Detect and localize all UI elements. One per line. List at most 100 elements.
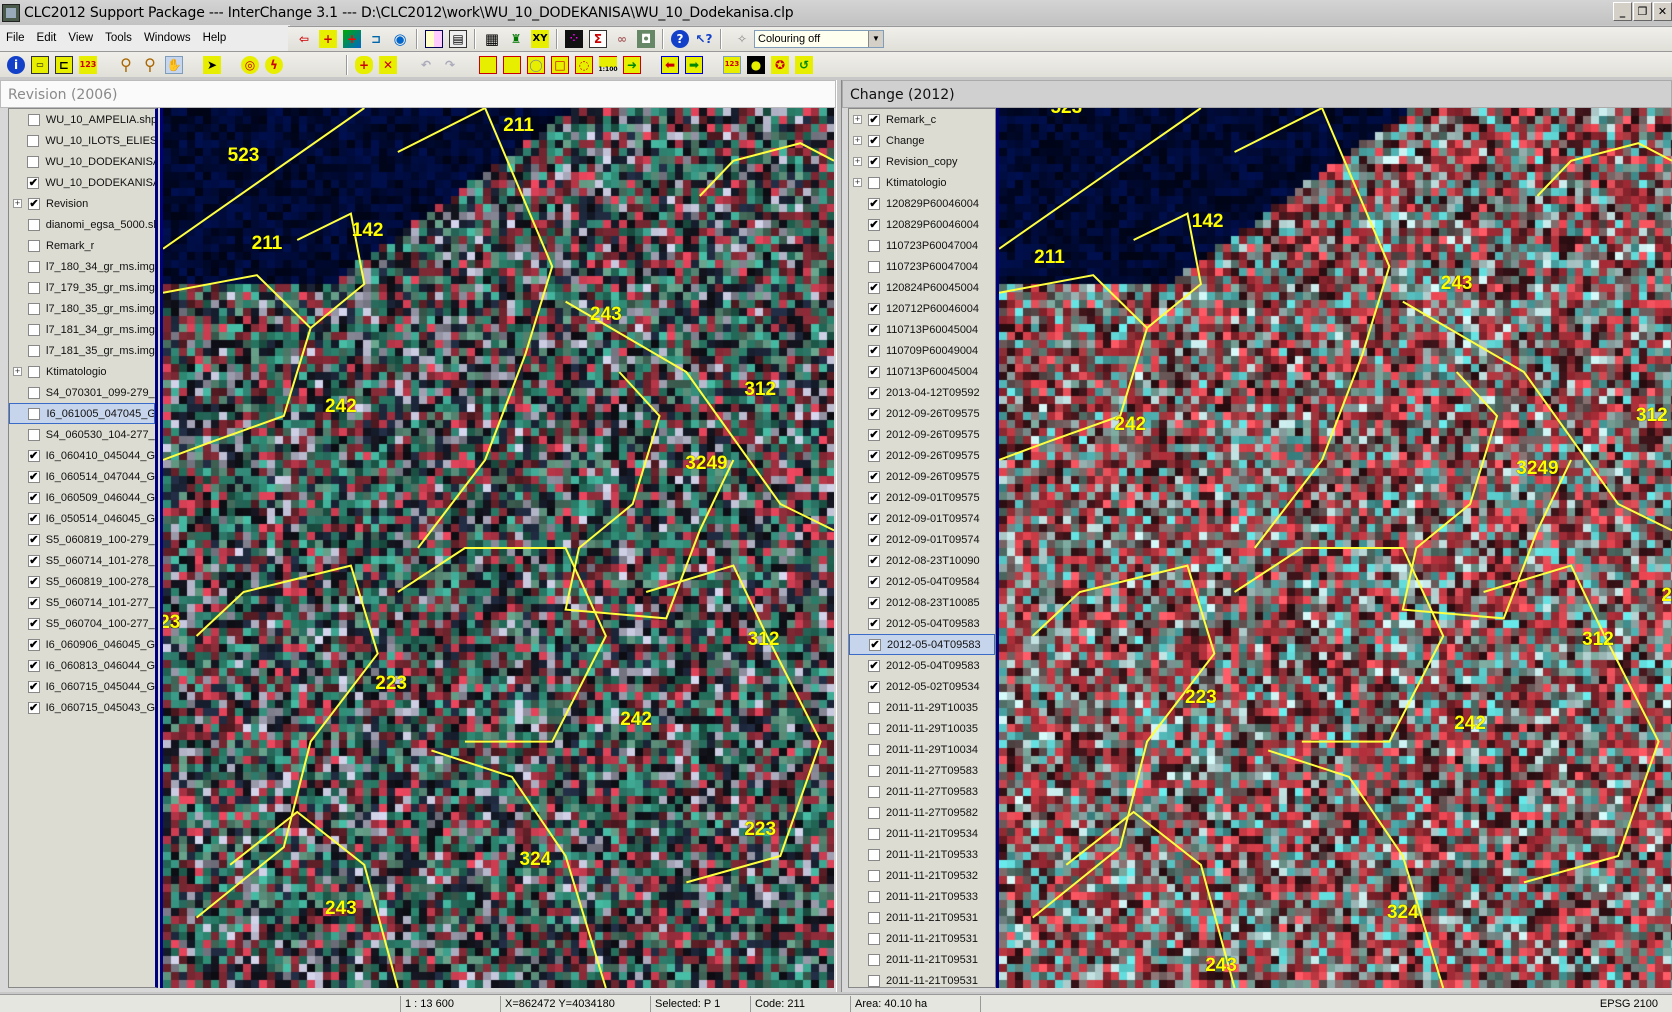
clc-polygon-boundary[interactable] xyxy=(565,300,834,532)
label-123-icon[interactable]: 123 xyxy=(79,55,97,74)
clc-polygon-boundary[interactable] xyxy=(1234,547,1445,743)
menu-view[interactable]: View xyxy=(62,32,99,44)
add-vector-icon[interactable]: + xyxy=(319,30,337,48)
layer-item[interactable]: +✔S5_060704_100-277_( xyxy=(9,613,155,634)
expand-icon[interactable]: + xyxy=(13,199,22,208)
layer-item[interactable]: +dianomi_egsa_5000.sh xyxy=(9,214,155,235)
clc-polygon-boundary[interactable] xyxy=(1483,564,1660,884)
layer-item[interactable]: +✔2012-09-01T09575 xyxy=(849,487,995,508)
layer-item[interactable]: +2011-11-21T09531 xyxy=(849,970,995,987)
measure-icon[interactable]: ▭ xyxy=(31,55,49,74)
layer-visibility-checkbox[interactable] xyxy=(28,344,40,357)
layer-visibility-checkbox[interactable] xyxy=(868,722,880,735)
colouring-select[interactable]: Colouring off ▼ xyxy=(754,30,884,48)
layer-item[interactable]: + ✔ Remark_c xyxy=(849,109,995,130)
layer-item[interactable]: +✔120829P60046004 xyxy=(849,193,995,214)
layer-item[interactable]: +✔S5_060819_100-278_( xyxy=(9,571,155,592)
glasses-icon[interactable]: ∞ xyxy=(613,30,631,48)
layer-item[interactable]: +2011-11-21T09531 xyxy=(849,949,995,970)
layer-item[interactable]: +110723P60047004 xyxy=(849,235,995,256)
delete-polygon-icon[interactable]: ✕ xyxy=(379,55,397,74)
layer-visibility-checkbox[interactable] xyxy=(27,113,40,126)
layer-visibility-checkbox[interactable]: ✔ xyxy=(868,512,880,525)
export-left-icon[interactable]: ⬅ xyxy=(661,55,679,74)
layer-item[interactable]: +✔2012-05-04T09583 xyxy=(849,655,995,676)
clc-polygon-boundary[interactable] xyxy=(397,108,554,549)
menu-file[interactable]: File xyxy=(0,32,31,44)
expand-icon[interactable]: + xyxy=(853,178,862,187)
layer-item[interactable]: +✔2012-08-23T10090 xyxy=(849,550,995,571)
import-layer-icon[interactable]: ⇦ xyxy=(295,30,313,48)
globe-icon[interactable]: ◉ xyxy=(391,30,409,48)
layer-item[interactable]: +✔110713P60045004 xyxy=(849,361,995,382)
layer-visibility-checkbox[interactable]: ✔ xyxy=(27,596,40,609)
binoculars-icon[interactable]: ♜ xyxy=(507,30,525,48)
layer-item[interactable]: +I6_061005_047045_GF xyxy=(9,403,155,424)
layer-visibility-checkbox[interactable] xyxy=(28,260,40,273)
layer-item[interactable]: +2011-11-29T10034 xyxy=(849,739,995,760)
help-icon[interactable]: ? xyxy=(671,30,689,48)
layer-visibility-checkbox[interactable] xyxy=(868,974,880,987)
layer-item[interactable]: +WU_10_ILOTS_ELIES.s xyxy=(9,130,155,151)
layer-visibility-checkbox[interactable] xyxy=(868,932,880,945)
clc-polygon-boundary[interactable] xyxy=(229,810,399,988)
layer-visibility-checkbox[interactable]: ✔ xyxy=(868,575,880,588)
smooth-polygon-icon[interactable]: ◯ xyxy=(527,55,545,74)
layer-item[interactable]: +S4_070301_099-279_( xyxy=(9,382,155,403)
polygon-icon[interactable]: ◎ xyxy=(241,55,259,74)
layer-visibility-checkbox[interactable] xyxy=(27,428,40,441)
table-icon[interactable]: ▦ xyxy=(483,30,501,48)
layer-visibility-checkbox[interactable]: ✔ xyxy=(868,302,880,315)
layer-item[interactable]: +✔2012-08-23T10085 xyxy=(849,592,995,613)
layer-item[interactable]: +✔120829P60046004 xyxy=(849,214,995,235)
layer-visibility-checkbox[interactable] xyxy=(27,134,40,147)
scale-1-100-icon[interactable]: 1:100 xyxy=(598,55,618,74)
layer-visibility-checkbox[interactable]: ✔ xyxy=(868,617,880,630)
layer-item[interactable]: +✔I6_060715_045044_GF xyxy=(9,676,155,697)
layer-visibility-checkbox[interactable] xyxy=(868,764,880,777)
layer-visibility-checkbox[interactable] xyxy=(868,701,880,714)
split-view-icon[interactable] xyxy=(425,30,443,48)
layer-item[interactable]: + Ktimatologio xyxy=(9,361,155,382)
expand-icon[interactable]: + xyxy=(853,136,862,145)
layer-visibility-checkbox[interactable]: ✔ xyxy=(869,638,881,651)
layer-visibility-checkbox[interactable] xyxy=(28,281,40,294)
layer-item[interactable]: +2011-11-21T09532 xyxy=(849,865,995,886)
zoom-fit-icon[interactable]: ◌ xyxy=(575,55,593,74)
layer-visibility-checkbox[interactable] xyxy=(868,827,880,840)
clc-polygon-boundary[interactable] xyxy=(397,547,607,743)
layer-visibility-checkbox[interactable]: ✔ xyxy=(868,407,880,420)
layer-item[interactable]: +✔I6_060509_046044_GF xyxy=(9,487,155,508)
redo-icon[interactable]: ↷ xyxy=(441,56,459,74)
layer-visibility-checkbox[interactable]: ✔ xyxy=(868,218,880,231)
layer-visibility-checkbox[interactable]: ✔ xyxy=(868,533,880,546)
layer-visibility-checkbox[interactable]: ✔ xyxy=(868,428,880,441)
clc-polygon-boundary[interactable] xyxy=(645,564,822,884)
layer-visibility-checkbox[interactable] xyxy=(27,155,40,168)
layer-visibility-checkbox[interactable]: ✔ xyxy=(27,491,40,504)
layer-item[interactable]: +l7_180_34_gr_ms.img xyxy=(9,256,155,277)
layer-item[interactable]: + Ktimatologio xyxy=(849,172,995,193)
layer-item[interactable]: +2011-11-27T09583 xyxy=(849,781,995,802)
ruler-icon[interactable]: ⊏ xyxy=(55,55,73,74)
layer-item[interactable]: +✔2012-09-26T09575 xyxy=(849,466,995,487)
statistics-icon[interactable]: Σ xyxy=(589,30,607,48)
layer-visibility-checkbox[interactable]: ✔ xyxy=(868,596,880,609)
layer-item[interactable]: +Remark_r xyxy=(9,235,155,256)
layer-item[interactable]: +✔I6_050514_046045_GF xyxy=(9,508,155,529)
layer-visibility-checkbox[interactable] xyxy=(868,848,880,861)
layer-item[interactable]: +✔WU_10_DODEKANISA_ xyxy=(9,172,155,193)
layer-visibility-checkbox[interactable]: ✔ xyxy=(27,512,40,525)
layer-visibility-checkbox[interactable] xyxy=(868,239,880,252)
clc-polygon-boundary[interactable] xyxy=(1234,108,1391,549)
clc-polygon-boundary[interactable] xyxy=(1031,564,1216,919)
clc-polygon-boundary[interactable] xyxy=(1267,749,1445,988)
layer-visibility-checkbox[interactable] xyxy=(868,869,880,882)
layer-visibility-checkbox[interactable]: ✔ xyxy=(868,113,880,126)
clc-polygon-boundary[interactable] xyxy=(564,371,735,620)
menu-help[interactable]: Help xyxy=(197,32,233,44)
layer-item[interactable]: +✔S5_060819_100-279_( xyxy=(9,529,155,550)
layer-visibility-checkbox[interactable] xyxy=(28,365,40,378)
layer-visibility-checkbox[interactable] xyxy=(28,323,40,336)
layer-item[interactable]: +✔2012-05-04T09583 xyxy=(849,634,995,655)
